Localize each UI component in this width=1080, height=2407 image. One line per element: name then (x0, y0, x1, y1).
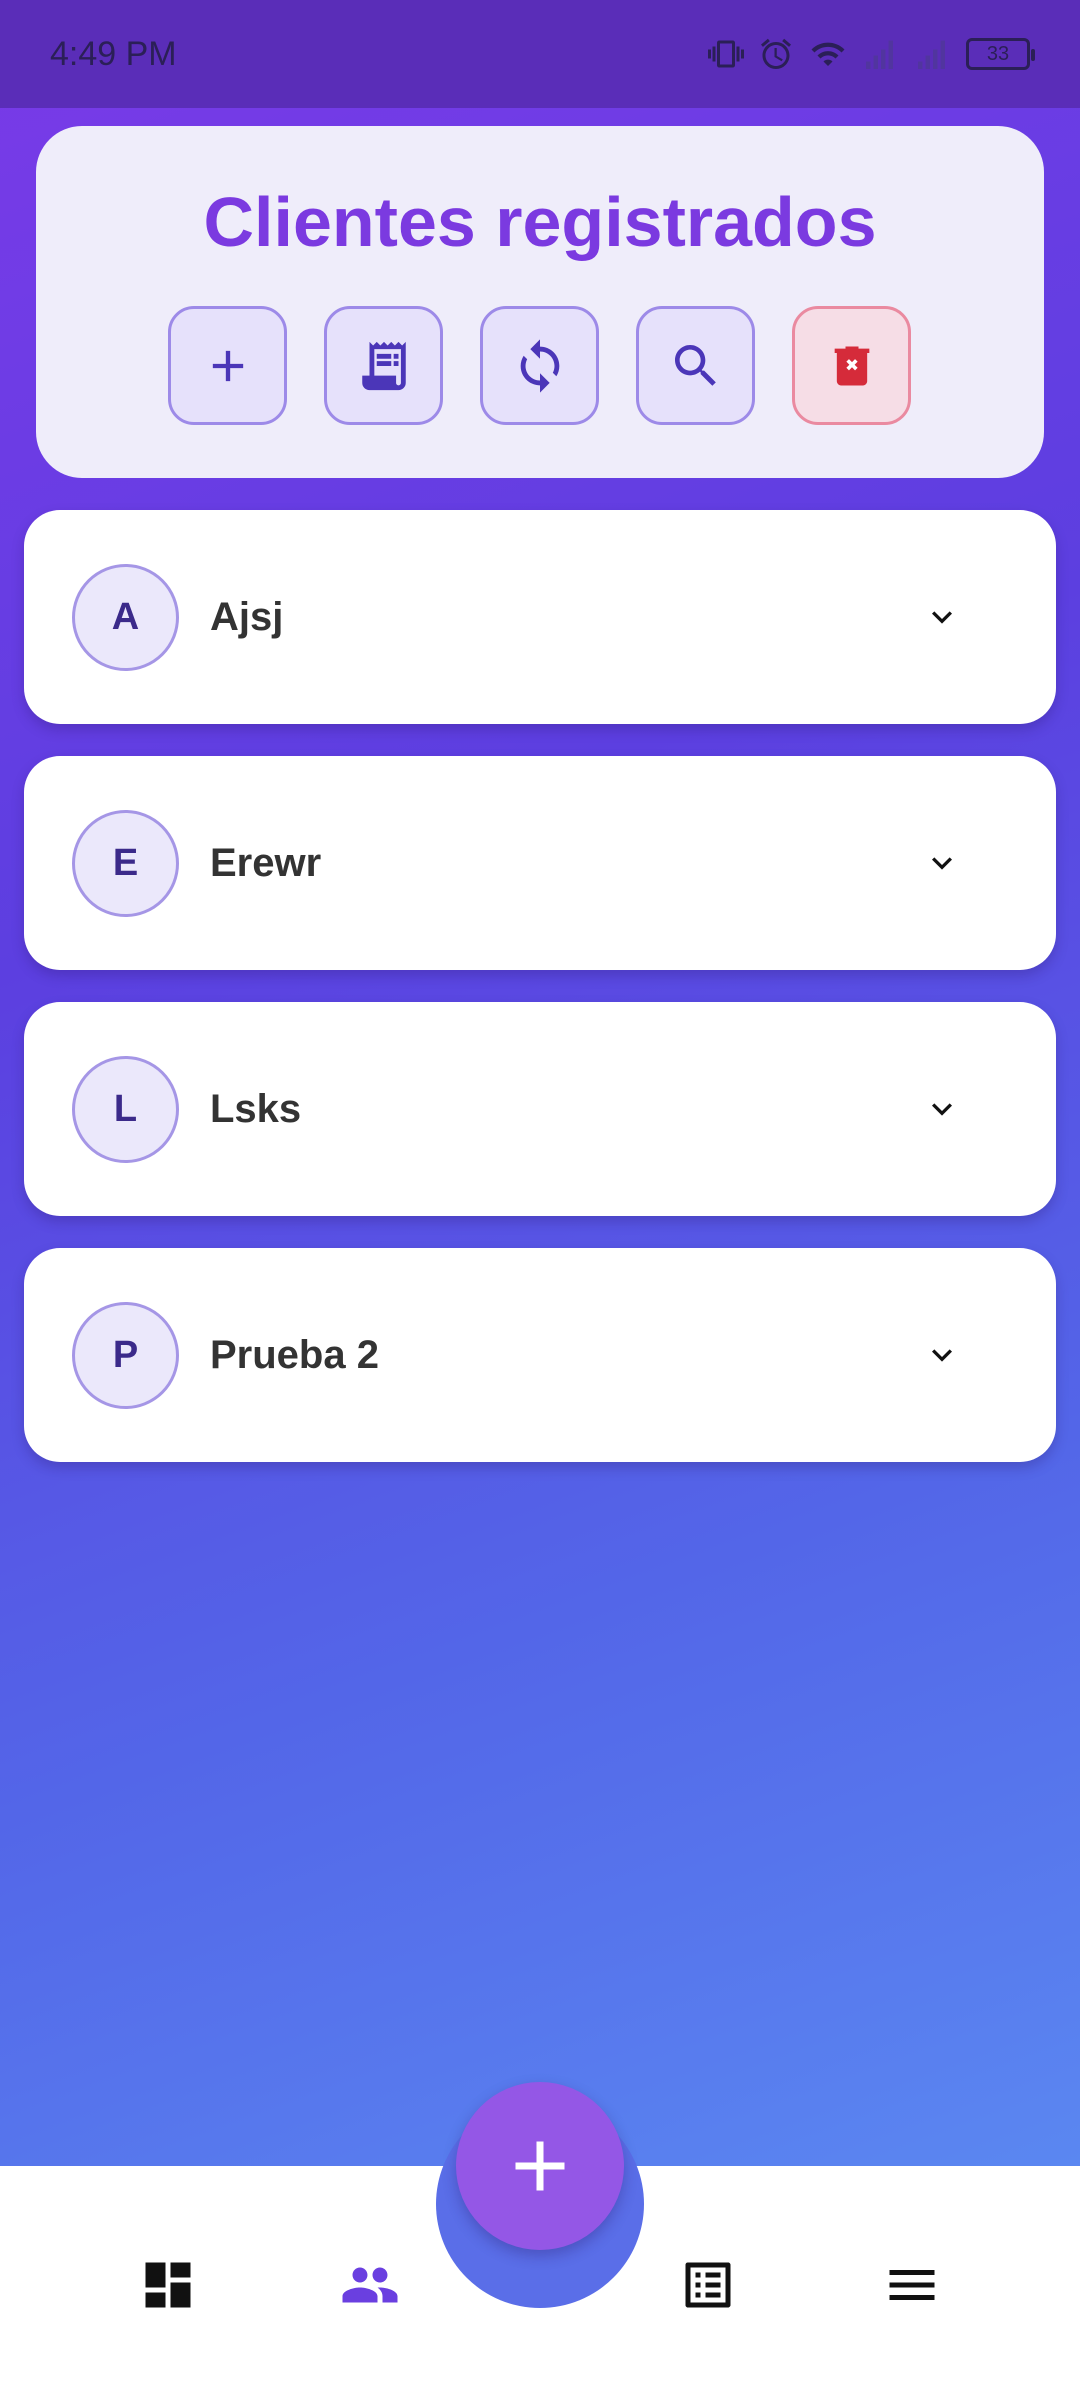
delete-icon (834, 346, 869, 385)
status-time: 4:49 PM (50, 34, 177, 73)
avatar: P (72, 1302, 179, 1409)
status-bar: 4:49 PM 33 (0, 0, 1080, 108)
vibrate-icon (708, 40, 744, 68)
chevron-down-icon[interactable] (922, 1335, 962, 1375)
page-title: Clientes registrados (203, 183, 877, 261)
plus-icon (515, 2141, 565, 2191)
receipt-icon (361, 341, 406, 390)
plus-icon (212, 350, 243, 381)
delete-button[interactable] (792, 306, 911, 425)
add-client-button[interactable] (168, 306, 287, 425)
toolbar (168, 306, 911, 425)
avatar: E (72, 810, 179, 917)
chevron-down-icon[interactable] (922, 843, 962, 883)
client-card[interactable]: A Ajsj (24, 510, 1056, 724)
client-card[interactable]: L Lsks (24, 1002, 1056, 1216)
client-card[interactable]: E Erewr (24, 756, 1056, 970)
nav-clients[interactable] (340, 2255, 400, 2315)
nav-menu[interactable] (882, 2255, 942, 2315)
nav-list[interactable] (678, 2255, 738, 2315)
receipt-button[interactable] (324, 306, 443, 425)
battery-icon: 33 (966, 38, 1035, 70)
client-name: Ajsj (210, 595, 284, 639)
fab-add-button[interactable] (456, 2082, 624, 2250)
wifi-icon (811, 42, 845, 66)
dashboard-icon (145, 2262, 191, 2308)
search-button[interactable] (636, 306, 755, 425)
client-card[interactable]: P Prueba 2 (24, 1248, 1056, 1462)
client-name: Lsks (210, 1087, 302, 1131)
avatar: L (72, 1056, 179, 1163)
status-icons: 33 (708, 36, 1035, 72)
avatar: A (72, 564, 179, 671)
refresh-button[interactable] (480, 306, 599, 425)
people-icon (342, 2267, 398, 2303)
client-name: Prueba 2 (210, 1333, 379, 1377)
chevron-down-icon[interactable] (922, 597, 962, 637)
menu-icon (889, 2270, 935, 2300)
battery-level: 33 (986, 42, 1010, 65)
header-card: Clientes registrados (36, 126, 1044, 478)
client-name: Erewr (210, 841, 322, 885)
nav-dashboard[interactable] (138, 2255, 198, 2315)
alarm-icon (761, 38, 791, 69)
chevron-down-icon[interactable] (922, 1089, 962, 1129)
sync-icon (520, 338, 559, 393)
signal-icon (918, 40, 945, 69)
list-icon (685, 2262, 731, 2308)
signal-icon (866, 40, 893, 69)
search-icon (674, 344, 716, 386)
